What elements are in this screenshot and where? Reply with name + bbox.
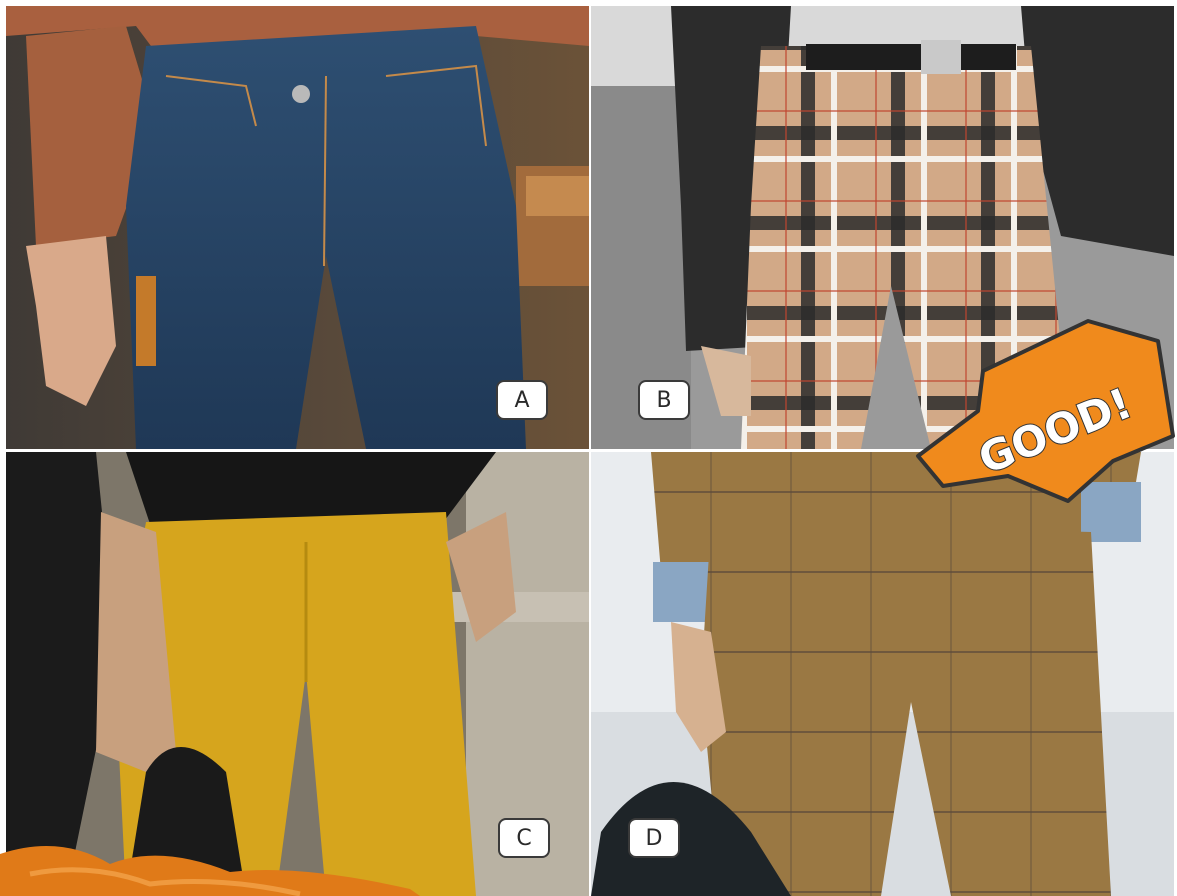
panel-label-a: A [496, 380, 548, 420]
panel-c-yellow-trousers: C [6, 452, 589, 896]
brush-stroke-decoration [0, 846, 420, 896]
good-burst-shape: GOOD! [916, 319, 1175, 503]
panel-a-denim-jeans: A [6, 6, 589, 449]
good-badge: GOOD! [908, 316, 1177, 516]
panel-label-c: C [498, 818, 550, 858]
panel-d-brown-suit: D [591, 452, 1174, 896]
panel-label-b: B [638, 380, 690, 420]
panel-label-d: D [628, 818, 680, 858]
